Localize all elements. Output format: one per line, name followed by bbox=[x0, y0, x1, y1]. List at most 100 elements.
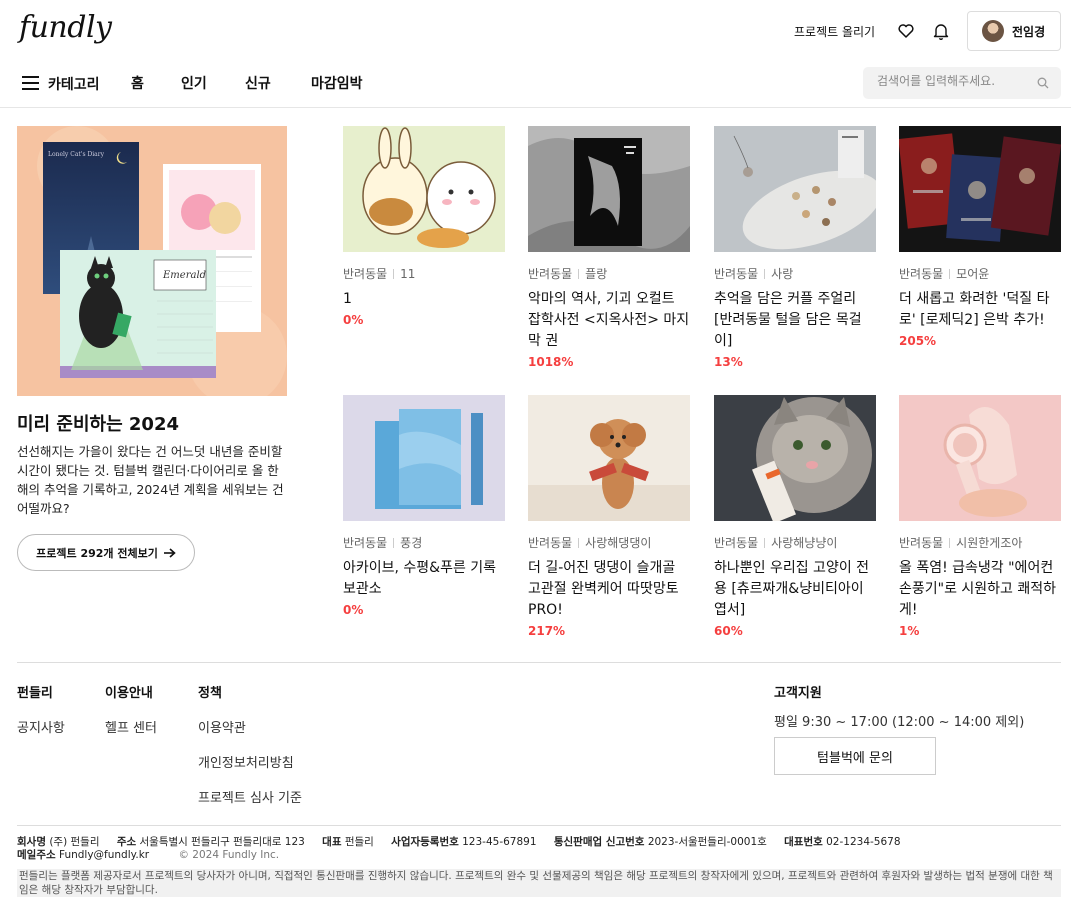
search-box bbox=[863, 67, 1061, 99]
nav-item-popular[interactable]: 인기 bbox=[181, 73, 207, 93]
company-ceo-label: 대표 bbox=[322, 836, 342, 848]
project-card[interactable]: 반려동물 풍경 아카이브, 수평&푸른 기록 보관소 0% bbox=[343, 395, 505, 617]
project-thumbnail[interactable] bbox=[528, 395, 690, 521]
card-title[interactable]: 1 bbox=[343, 289, 505, 310]
card-creator[interactable]: 시원한게조아 bbox=[956, 534, 1022, 551]
card-funding-rate: 13% bbox=[714, 355, 743, 369]
card-funding-rate: 0% bbox=[343, 313, 364, 327]
project-thumbnail[interactable] bbox=[528, 126, 690, 252]
project-card[interactable]: 반려동물 사랑해댕댕이 더 길-어진 댕댕이 슬개골 고관절 완벽케어 따땃망토P… bbox=[528, 395, 690, 638]
feature-image[interactable]: Lonely Cat's Diary Emerald bbox=[17, 126, 287, 396]
mail-order-number: 2023-서울펀들리-0001호 bbox=[647, 836, 767, 848]
project-card[interactable]: 반려동물 11 1 0% bbox=[343, 126, 505, 327]
view-all-label: 프로젝트 292개 전체보기 bbox=[36, 546, 158, 560]
mail-order-number-label: 통신판매업 신고번호 bbox=[553, 836, 645, 848]
inquiry-button[interactable]: 텀블벅에 문의 bbox=[774, 737, 936, 775]
card-funding-rate: 1018% bbox=[528, 355, 574, 369]
project-card[interactable]: 반려동물 사랑해냥냥이 하나뿐인 우리집 고양이 전용 [츄르짜개&냥비티아이 엽… bbox=[714, 395, 876, 638]
card-creator[interactable]: 11 bbox=[400, 267, 415, 281]
project-card[interactable]: 반려동물 사랑 추억을 담은 커플 주얼리 [반려동물 털을 담은 목걸이] 13… bbox=[714, 126, 876, 369]
phone-number: 02-1234-5678 bbox=[826, 836, 901, 848]
phone-label: 대표번호 bbox=[784, 836, 823, 848]
nav-category[interactable]: 카테고리 bbox=[48, 74, 100, 94]
card-title[interactable]: 올 폭염! 급속냉각 "에어컨 손풍기"로 시원하고 쾌적하게! bbox=[899, 558, 1061, 621]
footer-heading-policy: 정책 bbox=[198, 686, 222, 701]
card-funding-rate: 1% bbox=[899, 624, 920, 638]
card-title[interactable]: 아카이브, 수평&푸른 기록 보관소 bbox=[343, 558, 505, 600]
logo[interactable]: fundly bbox=[19, 10, 112, 45]
business-number: 123-45-67891 bbox=[462, 836, 537, 848]
header: fundly 프로젝트 올리기 전임경 bbox=[0, 0, 1071, 62]
heart-icon[interactable] bbox=[898, 24, 914, 38]
search-icon[interactable] bbox=[1037, 77, 1049, 89]
search-input[interactable] bbox=[877, 74, 1037, 88]
card-category[interactable]: 반려동물 bbox=[528, 265, 572, 282]
footer-heading-fundly: 펀들리 bbox=[17, 686, 53, 701]
card-funding-rate: 217% bbox=[528, 624, 566, 638]
card-title[interactable]: 더 새롭고 화려한 '덕질 타로' [로제딕2] 은박 추가! bbox=[899, 289, 1061, 331]
card-title[interactable]: 더 길-어진 댕댕이 슬개골 고관절 완벽케어 따땃망토PRO! bbox=[528, 558, 690, 621]
card-category[interactable]: 반려동물 bbox=[899, 534, 943, 551]
card-category[interactable]: 반려동물 bbox=[343, 265, 387, 282]
bell-icon[interactable] bbox=[933, 22, 949, 40]
project-thumbnail[interactable] bbox=[714, 395, 876, 521]
copyright: © 2024 Fundly Inc. bbox=[178, 849, 280, 861]
card-category[interactable]: 반려동물 bbox=[714, 534, 758, 551]
card-creator[interactable]: 사랑 bbox=[771, 265, 793, 282]
project-thumbnail[interactable] bbox=[343, 395, 505, 521]
user-menu-button[interactable]: 전임경 bbox=[967, 11, 1061, 51]
card-category[interactable]: 반려동물 bbox=[343, 534, 387, 551]
footer-link-help-center[interactable]: 헬프 센터 bbox=[105, 717, 157, 736]
project-thumbnail[interactable] bbox=[343, 126, 505, 252]
card-creator[interactable]: 사랑해댕댕이 bbox=[585, 534, 651, 551]
nav-item-closing-soon[interactable]: 마감임박 bbox=[311, 73, 363, 93]
business-number-label: 사업자등록번호 bbox=[391, 836, 459, 848]
card-creator[interactable]: 사랑해냥냥이 bbox=[771, 534, 837, 551]
card-creator[interactable]: 모어윤 bbox=[956, 265, 989, 282]
card-funding-rate: 0% bbox=[343, 603, 364, 617]
support-hours: 평일 9:30 ~ 17:00 (12:00 ~ 14:00 제외) bbox=[774, 715, 1025, 730]
footer-link-privacy[interactable]: 개인정보처리방침 bbox=[198, 752, 294, 771]
menu-icon[interactable] bbox=[22, 76, 39, 90]
footer-link-terms[interactable]: 이용약관 bbox=[198, 717, 246, 736]
feature-description: 선선해지는 가을이 왔다는 건 어느덧 내년을 준비할 시간이 됐다는 것. 텀… bbox=[17, 444, 284, 516]
nav-item-home[interactable]: 홈 bbox=[131, 73, 144, 93]
footer-heading-guide: 이용안내 bbox=[105, 686, 153, 701]
email-label: 메일주소 bbox=[17, 849, 56, 861]
footer-link-review-criteria[interactable]: 프로젝트 심사 기준 bbox=[198, 787, 302, 806]
footer-divider bbox=[17, 825, 1061, 826]
card-title[interactable]: 추억을 담은 커플 주얼리 [반려동물 털을 담은 목걸이] bbox=[714, 289, 876, 352]
project-card[interactable]: 반려동물 시원한게조아 올 폭염! 급속냉각 "에어컨 손풍기"로 시원하고 쾌적… bbox=[899, 395, 1061, 638]
feature-title: 미리 준비하는 2024 bbox=[17, 414, 179, 435]
card-creator[interactable]: 플랑 bbox=[585, 265, 607, 282]
view-all-projects-button[interactable]: 프로젝트 292개 전체보기 bbox=[17, 534, 195, 571]
project-thumbnail[interactable] bbox=[899, 395, 1061, 521]
card-category[interactable]: 반려동물 bbox=[899, 265, 943, 282]
calendar-label: Emerald bbox=[162, 270, 206, 281]
footer-divider bbox=[17, 662, 1061, 663]
card-title[interactable]: 하나뿐인 우리집 고양이 전용 [츄르짜개&냥비티아이 엽서] bbox=[714, 558, 876, 621]
card-title[interactable]: 악마의 역사, 기괴 오컬트 잡학사전 <지옥사전> 마지막 권 bbox=[528, 289, 690, 352]
avatar bbox=[982, 20, 1004, 42]
main-nav: 카테고리 홈 인기 신규 마감임박 bbox=[0, 62, 1071, 108]
legal-disclaimer: 펀들리는 플랫폼 제공자로서 프로젝트의 당사자가 아니며, 직접적인 통신판매… bbox=[17, 869, 1061, 897]
book-label: Lonely Cat's Diary bbox=[48, 151, 105, 158]
card-funding-rate: 205% bbox=[899, 334, 937, 348]
company-contact: 메일주소 Fundly@fundly.kr © 2024 Fundly Inc. bbox=[17, 847, 279, 862]
card-funding-rate: 60% bbox=[714, 624, 743, 638]
card-category[interactable]: 반려동물 bbox=[714, 265, 758, 282]
upload-project-link[interactable]: 프로젝트 올리기 bbox=[794, 23, 875, 40]
nav-item-new[interactable]: 신규 bbox=[245, 73, 271, 93]
card-category[interactable]: 반려동물 bbox=[528, 534, 572, 551]
card-creator[interactable]: 풍경 bbox=[400, 534, 422, 551]
project-card[interactable]: 반려동물 플랑 악마의 역사, 기괴 오컬트 잡학사전 <지옥사전> 마지막 권 … bbox=[528, 126, 690, 369]
project-card[interactable]: 반려동물 모어윤 더 새롭고 화려한 '덕질 타로' [로제딕2] 은박 추가! … bbox=[899, 126, 1061, 348]
company-email[interactable]: Fundly@fundly.kr bbox=[59, 849, 149, 861]
footer-heading-support: 고객지원 bbox=[774, 686, 822, 701]
arrow-right-icon bbox=[163, 547, 176, 558]
project-thumbnail[interactable] bbox=[714, 126, 876, 252]
project-thumbnail[interactable] bbox=[899, 126, 1061, 252]
user-name: 전임경 bbox=[1012, 24, 1046, 39]
footer-link-notice[interactable]: 공지사항 bbox=[17, 717, 65, 736]
company-ceo: 펀들리 bbox=[344, 836, 374, 848]
